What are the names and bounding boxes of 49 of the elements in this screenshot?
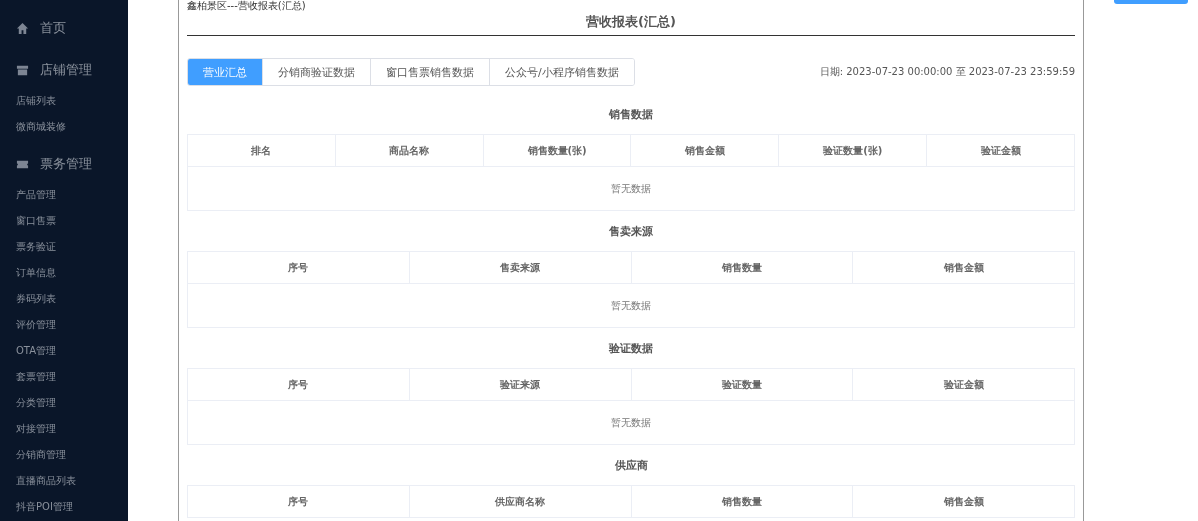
empty-message: 暂无数据 [187,166,1075,211]
sidebar-group[interactable]: 店铺管理 [0,58,128,82]
sidebar-item[interactable]: OTA管理 [0,342,128,368]
sidebar-item[interactable]: 抖音POI管理 [0,498,128,521]
sidebar-item[interactable]: 微商城装修 [0,118,128,144]
section-title: 验证数据 [608,341,654,357]
sidebar-item[interactable]: 窗口售票 [0,212,128,238]
column-header: 验证来源 [409,368,631,401]
store-icon [16,63,29,77]
column-header: 验证金额 [926,134,1075,167]
column-header: 验证数量 [631,368,853,401]
section-title: 供应商 [613,458,649,474]
sidebar-item[interactable]: 分类管理 [0,394,128,420]
tab[interactable]: 公众号/小程序销售数据 [489,59,634,85]
column-header: 销售数量 [631,485,853,518]
sidebar-item[interactable]: 票务验证 [0,238,128,264]
column-header: 验证金额 [852,368,1075,401]
sidebar-group[interactable]: 首页 [0,16,128,40]
column-header: 序号 [187,485,410,518]
column-header: 验证数量(张) [778,134,927,167]
column-header: 序号 [187,251,410,284]
empty-message: 暂无数据 [187,400,1075,445]
column-header: 销售数量 [631,251,853,284]
column-header: 供应商名称 [409,485,631,518]
column-header: 销售金额 [852,251,1075,284]
sidebar-group[interactable]: 票务管理 [0,152,128,176]
column-header: 销售金额 [852,485,1075,518]
sidebar-item[interactable]: 评价管理 [0,316,128,342]
sidebar-item[interactable]: 券码列表 [0,290,128,316]
sidebar-item[interactable]: 对接管理 [0,420,128,446]
column-header: 商品名称 [335,134,484,167]
sidebar-item[interactable]: 店铺列表 [0,92,128,118]
column-header: 售卖来源 [409,251,631,284]
sidebar-item[interactable]: 订单信息 [0,264,128,290]
report-caption: 鑫柏景区---营收报表(汇总) [187,0,307,12]
sidebar-item[interactable]: 分销商管理 [0,446,128,472]
section-title: 销售数据 [607,107,654,123]
date-range: 日期: 2023-07-23 00:00:00 至 2023-07-23 23:59:59 [819,65,1075,79]
sidebar-item[interactable]: 产品管理 [0,186,128,212]
column-header: 排名 [187,134,336,167]
empty-message: 暂无数据 [187,283,1075,328]
section-title: 售卖来源 [608,224,654,240]
sidebar-item[interactable]: 套票管理 [0,368,128,394]
report-title: 营收报表(汇总) [187,12,1075,36]
column-header: 序号 [187,368,410,401]
column-header: 销售金额 [631,134,779,167]
home-icon [16,21,29,35]
sidebar-item[interactable]: 直播商品列表 [0,472,128,498]
column-header: 销售数量(张) [483,134,631,167]
